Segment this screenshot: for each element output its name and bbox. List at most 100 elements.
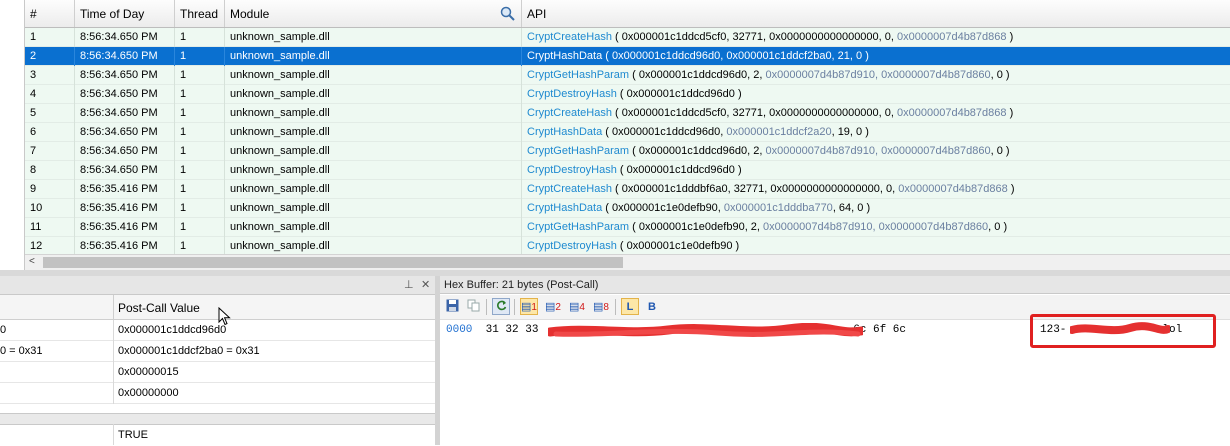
row-thread: 1 bbox=[175, 66, 225, 85]
api-function-name[interactable]: CryptGetHashParam bbox=[527, 221, 629, 233]
parameter-row[interactable]: 0x00000015 bbox=[0, 362, 435, 383]
api-arguments-tail: ) bbox=[1006, 107, 1014, 119]
table-row[interactable]: 2 8:56:34.650 PM 1 unknown_sample.dll CryptH… bbox=[25, 47, 1230, 66]
close-icon[interactable]: ✕ bbox=[421, 278, 430, 291]
row-module: unknown_sample.dll bbox=[225, 85, 522, 104]
qword-view-button[interactable]: ▤8 bbox=[592, 298, 610, 315]
dword-view-button[interactable]: ▤4 bbox=[568, 298, 586, 315]
table-row[interactable]: 9 8:56:35.416 PM 1 unknown_sample.dll CryptC… bbox=[25, 180, 1230, 199]
api-arguments-tail: , 64, 0 ) bbox=[832, 202, 871, 214]
api-arguments: ( 0x000001c1dddbf6a0, 32771, 0x000000000… bbox=[611, 183, 899, 195]
row-api: CryptGetHashParam ( 0x000001c1ddcd96d0, … bbox=[522, 66, 1230, 85]
post-call-value-column-header[interactable]: Post-Call Value bbox=[118, 295, 200, 319]
parameter-row[interactable]: 0x00000000 bbox=[0, 383, 435, 404]
api-function-name[interactable]: CryptHashData bbox=[527, 50, 602, 62]
api-pointer-arguments: 0x0000007d4b87d868 bbox=[897, 31, 1007, 43]
api-function-name[interactable]: CryptHashData bbox=[527, 202, 602, 214]
row-thread: 1 bbox=[175, 199, 225, 218]
hex-dump-line: 0000 31 32 33 bbox=[446, 324, 538, 336]
row-time: 8:56:34.650 PM bbox=[75, 47, 175, 66]
parameter-pre-value bbox=[0, 383, 114, 404]
table-row[interactable]: 1 8:56:34.650 PM 1 unknown_sample.dll CryptC… bbox=[25, 28, 1230, 47]
row-time: 8:56:34.650 PM bbox=[75, 161, 175, 180]
api-function-name[interactable]: CryptGetHashParam bbox=[527, 69, 629, 81]
api-function-name[interactable]: CryptHashData bbox=[527, 126, 602, 138]
api-arguments-tail: ) bbox=[1006, 31, 1014, 43]
api-call-grid: # Time of Day Thread Module API 1 8:56:34… bbox=[25, 0, 1230, 270]
row-api: CryptGetHashParam ( 0x000001c1e0defb90, … bbox=[522, 218, 1230, 237]
api-arguments: ( 0x000001c1e0defb90 ) bbox=[616, 240, 740, 252]
row-thread: 1 bbox=[175, 123, 225, 142]
little-endian-icon[interactable]: L bbox=[621, 298, 639, 315]
table-row[interactable]: 4 8:56:34.650 PM 1 unknown_sample.dll CryptD… bbox=[25, 85, 1230, 104]
column-header-thread[interactable]: Thread bbox=[175, 0, 225, 27]
api-function-name[interactable]: CryptDestroyHash bbox=[527, 164, 617, 176]
table-row[interactable]: 10 8:56:35.416 PM 1 unknown_sample.dll Crypt… bbox=[25, 199, 1230, 218]
api-function-name[interactable]: CryptCreateHash bbox=[527, 107, 612, 119]
return-value: TRUE bbox=[118, 429, 148, 441]
table-row[interactable]: 3 8:56:34.650 PM 1 unknown_sample.dll CryptG… bbox=[25, 66, 1230, 85]
column-header-module[interactable]: Module bbox=[225, 0, 522, 27]
row-number: 9 bbox=[25, 180, 75, 199]
pin-icon[interactable]: ⊥ bbox=[404, 278, 414, 291]
row-api: CryptHashData ( 0x000001c1ddcd96d0, 0x00… bbox=[522, 47, 1230, 66]
big-endian-icon[interactable]: B bbox=[643, 298, 661, 315]
api-arguments-tail: , 0 ) bbox=[990, 145, 1010, 157]
row-api: CryptGetHashParam ( 0x000001c1ddcd96d0, … bbox=[522, 142, 1230, 161]
parameter-pre-value bbox=[0, 362, 114, 383]
api-function-name[interactable]: CryptGetHashParam bbox=[527, 145, 629, 157]
row-number: 1 bbox=[25, 28, 75, 47]
row-api: CryptDestroyHash ( 0x000001c1ddcd96d0 ) bbox=[522, 85, 1230, 104]
api-arguments: ( 0x000001c1ddcd96d0, 0x000001c1ddcf2ba0… bbox=[602, 50, 869, 62]
api-arguments: ( 0x000001c1ddcd96d0 ) bbox=[616, 164, 742, 176]
row-time: 8:56:34.650 PM bbox=[75, 123, 175, 142]
table-row[interactable]: 7 8:56:34.650 PM 1 unknown_sample.dll CryptG… bbox=[25, 142, 1230, 161]
api-pointer-arguments: 0x0000007d4b87d910, 0x0000007d4b87d860 bbox=[763, 221, 989, 233]
row-thread: 1 bbox=[175, 104, 225, 123]
scrollbar-thumb[interactable] bbox=[43, 257, 623, 268]
api-arguments-tail: , 0 ) bbox=[988, 221, 1008, 233]
row-api: CryptHashData ( 0x000001c1e0defb90, 0x00… bbox=[522, 199, 1230, 218]
parameter-row[interactable]: 0 = 0x31 0x000001c1ddcf2ba0 = 0x31 bbox=[0, 341, 435, 362]
refresh-icon[interactable] bbox=[492, 298, 510, 315]
row-module: unknown_sample.dll bbox=[225, 161, 522, 180]
api-function-name[interactable]: CryptCreateHash bbox=[527, 183, 612, 195]
api-function-name[interactable]: CryptDestroyHash bbox=[527, 88, 617, 100]
word-view-button[interactable]: ▤2 bbox=[544, 298, 562, 315]
column-header-number[interactable]: # bbox=[25, 0, 75, 27]
horizontal-scrollbar[interactable]: < bbox=[25, 254, 1230, 271]
parameters-header: Post-Call Value bbox=[0, 295, 435, 326]
parameter-post-value: 0x00000000 bbox=[118, 387, 179, 399]
row-time: 8:56:34.650 PM bbox=[75, 66, 175, 85]
row-time: 8:56:35.416 PM bbox=[75, 199, 175, 218]
copy-icon[interactable] bbox=[464, 298, 482, 315]
row-thread: 1 bbox=[175, 180, 225, 199]
parameter-name-column-header[interactable] bbox=[0, 295, 114, 319]
parameter-post-value: 0x000001c1ddcf2ba0 = 0x31 bbox=[118, 345, 260, 357]
hex-offset: 0000 bbox=[446, 324, 473, 336]
table-row[interactable]: 6 8:56:34.650 PM 1 unknown_sample.dll CryptH… bbox=[25, 123, 1230, 142]
row-number: 10 bbox=[25, 199, 75, 218]
row-time: 8:56:35.416 PM bbox=[75, 218, 175, 237]
return-value-row[interactable]: TRUE bbox=[0, 424, 435, 445]
row-time: 8:56:34.650 PM bbox=[75, 142, 175, 161]
row-module: unknown_sample.dll bbox=[225, 180, 522, 199]
column-header-api[interactable]: API bbox=[522, 0, 1230, 27]
row-time: 8:56:34.650 PM bbox=[75, 28, 175, 47]
table-row[interactable]: 11 8:56:35.416 PM 1 unknown_sample.dll Crypt… bbox=[25, 218, 1230, 237]
column-header-module-label: Module bbox=[230, 7, 270, 21]
row-thread: 1 bbox=[175, 218, 225, 237]
api-function-name[interactable]: CryptDestroyHash bbox=[527, 240, 617, 252]
row-module: unknown_sample.dll bbox=[225, 66, 522, 85]
column-header-time[interactable]: Time of Day bbox=[75, 0, 175, 27]
scroll-left-arrow-icon[interactable]: < bbox=[29, 256, 35, 267]
search-icon[interactable] bbox=[500, 6, 515, 21]
byte-view-button[interactable]: ▤1 bbox=[520, 298, 538, 315]
save-icon[interactable] bbox=[443, 298, 461, 315]
api-arguments: ( 0x000001c1ddcd5cf0, 32771, 0x000000000… bbox=[611, 107, 898, 119]
table-row[interactable]: 8 8:56:34.650 PM 1 unknown_sample.dll CryptD… bbox=[25, 161, 1230, 180]
parameter-row[interactable]: 0 0x000001c1ddcd96d0 bbox=[0, 320, 435, 341]
api-arguments: ( 0x000001c1e0defb90, bbox=[602, 202, 724, 214]
table-row[interactable]: 5 8:56:34.650 PM 1 unknown_sample.dll CryptC… bbox=[25, 104, 1230, 123]
api-function-name[interactable]: CryptCreateHash bbox=[527, 31, 612, 43]
